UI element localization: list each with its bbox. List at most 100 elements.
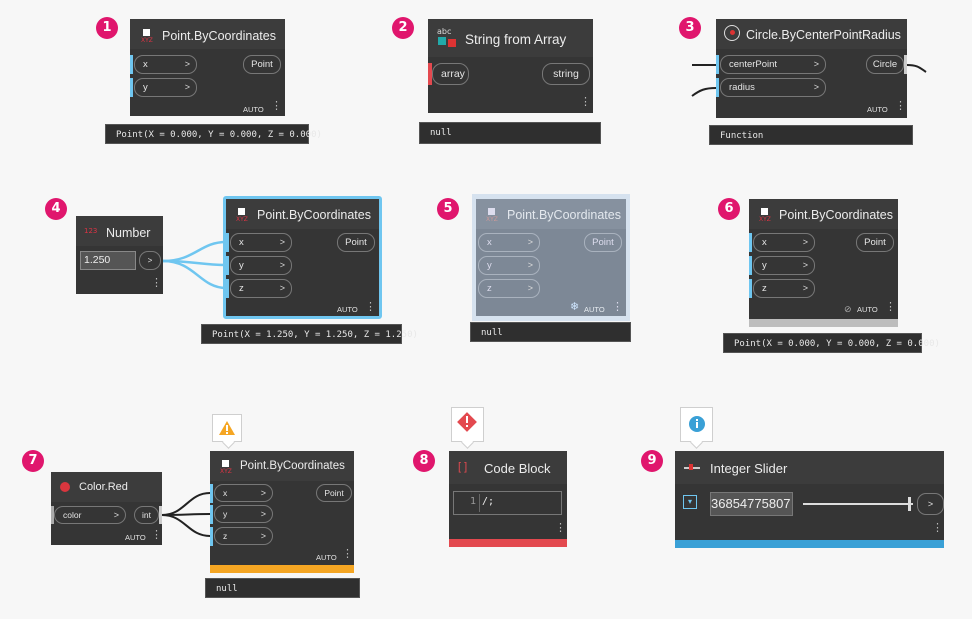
error-callout[interactable] [451,407,484,442]
wire-int-x [161,492,211,516]
node-title: Point.ByCoordinates [240,460,345,472]
abc-icon-label: abc [437,27,452,36]
output-port-point[interactable]: Point [316,484,352,502]
slider-thumb[interactable] [908,497,911,511]
preview-bubble: Point(X = 0.000, Y = 0.000, Z = 0.000) [105,124,322,144]
port-marker [210,484,213,503]
node-menu-icon[interactable]: ⋮ [365,302,376,313]
node-code-block-error[interactable]: [ ] Code Block 1 /; ⋮ [449,451,567,547]
input-port-z[interactable]: z > [214,527,273,545]
node-menu-icon[interactable]: ⋮ [932,523,943,534]
frozen-snowflake-icon: ❄ [570,301,580,313]
lacing-auto[interactable]: AUTO [857,305,878,314]
lacing-auto[interactable]: AUTO [125,533,146,542]
output-marker [904,55,907,74]
output-port-point[interactable]: Point [243,55,281,74]
input-port-color[interactable]: color > [54,506,126,524]
warning-state-bar [210,565,354,573]
input-port-x[interactable]: x > [230,233,292,252]
node-menu-icon[interactable]: ⋮ [555,523,566,534]
lacing-auto[interactable]: AUTO [584,305,605,314]
node-color-red[interactable]: Color.Red color > int AUTO ⋮ [51,472,162,545]
port-marker [130,78,133,97]
input-port-z[interactable]: z > [753,279,815,298]
output-port[interactable]: > [139,251,161,270]
node-menu-icon[interactable]: ⋮ [271,101,282,112]
port-marker [749,256,752,275]
node-circle-by-center-point-radius[interactable]: Circle.ByCenterPointRadius centerPoint > … [716,19,907,118]
node-title: Circle.ByCenterPointRadius [746,28,901,42]
preview-off-bar [749,319,898,327]
node-menu-icon[interactable]: ⋮ [151,278,162,289]
lacing-auto[interactable]: AUTO [337,305,358,314]
input-port-y[interactable]: y > [230,256,292,275]
input-port-y[interactable]: y > [214,505,273,523]
input-port-y[interactable]: y > [134,78,197,97]
info-callout[interactable] [680,407,713,442]
input-port-x[interactable]: x > [478,233,540,252]
output-port-string[interactable]: string [542,63,590,85]
node-point-by-coordinates-6[interactable]: XYZ Point.ByCoordinates x > y > z > Point ⊘… [749,199,898,327]
input-port-x[interactable]: x > [214,484,273,502]
node-menu-icon[interactable]: ⋮ [895,101,906,112]
number-input[interactable]: 1.250 [80,251,136,270]
preview-bubble: Point(X = 0.000, Y = 0.000, Z = 0.000) [723,333,940,353]
xyz-icon [761,208,768,215]
input-port-y[interactable]: y > [478,256,540,275]
preview-bubble: null [205,578,360,598]
node-point-by-coordinates-1[interactable]: XYZ Point.ByCoordinates x > y > Point AUTO… [130,19,285,116]
output-port[interactable]: > [917,493,944,515]
xyz-icon [143,29,150,36]
node-title: Point.ByCoordinates [162,29,276,43]
node-integer-slider[interactable]: Integer Slider ▾ 36854775807 > ⋮ [675,451,944,548]
preview-bubble: Point(X = 1.250, Y = 1.250, Z = 1.250) [201,324,418,344]
wire-int-z [161,514,211,537]
node-menu-icon[interactable]: ⋮ [885,302,896,313]
xyz-icon [222,460,229,467]
preview-hidden-eye-icon: ⊘ [844,304,852,314]
node-title: Number [106,226,151,240]
lacing-auto[interactable]: AUTO [867,105,888,114]
input-port-z[interactable]: z > [230,279,292,298]
input-port-center-point[interactable]: centerPoint > [720,55,826,74]
output-port-point[interactable]: Point [337,233,375,252]
input-port-x[interactable]: x > [134,55,197,74]
node-string-from-array[interactable]: abc String from Array array string ⋮ [428,19,593,113]
output-port-point[interactable]: Point [856,233,894,252]
node-menu-icon[interactable]: ⋮ [580,97,591,108]
node-menu-icon[interactable]: ⋮ [342,549,353,560]
node-point-by-coordinates-4[interactable]: XYZ Point.ByCoordinates x > y > z > Point A… [226,199,379,316]
output-port-point[interactable]: Point [584,233,622,252]
port-marker [749,279,752,298]
port-marker [226,279,229,298]
input-port-z[interactable]: z > [478,279,540,298]
input-port-array[interactable]: array [432,63,469,85]
line-number: 1 [470,496,477,507]
preview-bubble: null [470,322,631,342]
expand-toggle[interactable]: ▾ [683,495,697,509]
node-menu-icon[interactable]: ⋮ [151,530,162,541]
input-port-radius[interactable]: radius > [720,78,826,97]
xyz-icon [488,208,495,215]
slider-track[interactable] [803,503,913,505]
node-title: Point.ByCoordinates [507,208,621,222]
wire-number-x [162,240,227,263]
node-menu-icon[interactable]: ⋮ [612,302,623,313]
lacing-auto[interactable]: AUTO [316,553,337,562]
node-point-by-coordinates-7-warning[interactable]: XYZ Point.ByCoordinates x > y > z > Point A… [210,451,354,573]
node-title: Point.ByCoordinates [257,208,371,222]
input-port-y[interactable]: y > [753,256,815,275]
slider-value-input[interactable]: 36854775807 [710,492,793,516]
info-icon [689,416,705,432]
node-number[interactable]: 123 Number 1.250 > ⋮ [76,216,163,294]
output-port-int[interactable]: int [134,506,159,524]
input-port-x[interactable]: x > [753,233,815,252]
xyz-icon-label: XYZ [236,216,248,223]
node-point-by-coordinates-5-frozen[interactable]: XYZ Point.ByCoordinates x > y > z > Point ❄… [476,199,626,316]
node-title: String from Array [465,32,567,47]
lacing-auto[interactable]: AUTO [243,105,264,114]
output-port-circle[interactable]: Circle [866,55,904,74]
code-editor[interactable]: 1 /; [453,491,562,515]
xyz-icon-label: XYZ [141,37,153,44]
warning-callout[interactable] [212,414,242,442]
